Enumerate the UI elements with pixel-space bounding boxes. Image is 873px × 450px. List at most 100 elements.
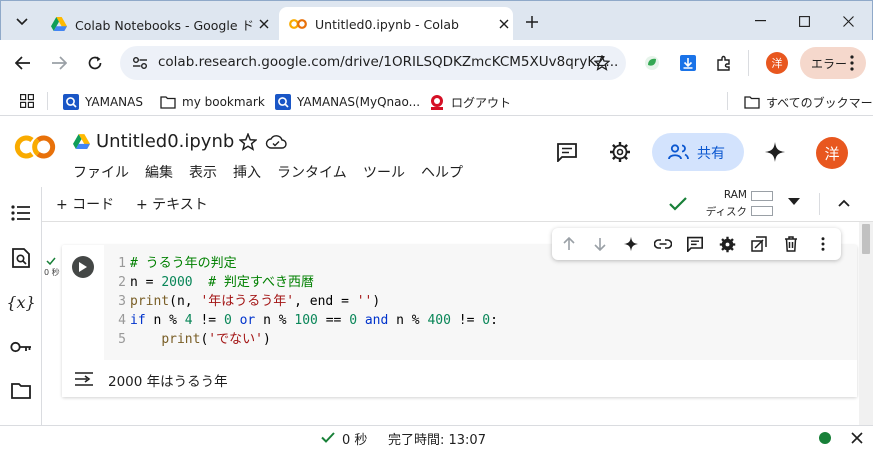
move-up-button[interactable]: [557, 232, 581, 256]
forward-button[interactable]: [45, 49, 73, 77]
list-icon: [11, 205, 30, 221]
run-cell-button[interactable]: [72, 256, 94, 278]
site-info-icon[interactable]: [132, 56, 148, 70]
folder-icon: [11, 383, 31, 399]
link-cell-button[interactable]: [651, 232, 675, 256]
saved-status[interactable]: [265, 134, 287, 150]
bookmarks-bar: YAMANAS my bookmark YAMANAS(MyQnao... ログ…: [0, 86, 873, 116]
menu-file[interactable]: ファイル: [73, 162, 129, 182]
close-window-button[interactable]: [826, 7, 870, 35]
runtime-dropdown[interactable]: [788, 198, 800, 206]
bookmark-label: YAMANAS: [85, 95, 143, 109]
minimize-button[interactable]: [738, 7, 782, 35]
back-button[interactable]: [9, 49, 37, 77]
menu-help[interactable]: ヘルプ: [421, 162, 463, 182]
more-vert-icon: [850, 55, 854, 71]
gear-icon: [719, 236, 735, 252]
colab-logo[interactable]: [14, 134, 56, 160]
colab-logo-icon: [14, 135, 56, 159]
mirror-cell-button[interactable]: [747, 232, 771, 256]
scrollbar-thumb[interactable]: [862, 224, 870, 254]
bookmark-my-bookmark[interactable]: my bookmark: [160, 92, 265, 112]
star-icon[interactable]: [594, 55, 610, 71]
find-in-page-icon: [12, 248, 30, 268]
gemini-cell-button[interactable]: [619, 232, 643, 256]
sidebar-item-variables[interactable]: {x}: [6, 290, 35, 314]
add-text-button[interactable]: + テキスト: [136, 194, 208, 214]
close-status-button[interactable]: [851, 432, 863, 444]
sidebar-item-search[interactable]: [9, 246, 33, 270]
tab-title: Colab Notebooks - Google ドライ: [75, 17, 255, 33]
more-cell-actions-button[interactable]: [811, 232, 835, 256]
tab-search-button[interactable]: [9, 9, 35, 35]
cloud-check-icon: [265, 135, 287, 149]
apps-button[interactable]: [20, 94, 34, 108]
apps-grid-icon: [20, 94, 34, 108]
bookmark-yamanas[interactable]: YAMANAS: [63, 92, 143, 112]
yamanas-icon: [275, 94, 291, 110]
status-bar: 0 秒 完了時間: 13:07: [0, 425, 873, 450]
scrollbar[interactable]: [859, 222, 873, 425]
gemini-button[interactable]: [764, 141, 786, 163]
puzzle-icon: [717, 55, 730, 71]
download-extension-button[interactable]: [674, 49, 702, 77]
drive-badge[interactable]: [73, 134, 90, 149]
sparkle-icon: [765, 142, 785, 162]
menu-tools[interactable]: ツール: [363, 162, 405, 182]
profile-avatar[interactable]: 洋: [766, 52, 788, 74]
bookmark-yamanas-myqnao[interactable]: YAMANAS(MyQnao...: [275, 92, 420, 112]
notebook-title[interactable]: Untitled0.ipynb: [96, 131, 234, 152]
sidebar-item-files[interactable]: [9, 379, 33, 403]
settings-button[interactable]: [609, 141, 631, 163]
code-line: 2 n = 2000 # 判定すべき西暦: [104, 273, 857, 292]
code-line: 3 print(n, '年はうるう年', end = ''): [104, 292, 857, 311]
add-code-button[interactable]: + コード: [56, 194, 114, 214]
user-avatar[interactable]: 洋: [816, 137, 848, 169]
error-button[interactable]: エラー: [800, 47, 866, 79]
comment-cell-button[interactable]: [683, 232, 707, 256]
new-tab-button[interactable]: [521, 11, 543, 33]
delete-cell-button[interactable]: [779, 232, 803, 256]
notebook-main: 0 秒 1 # うるう年の判定 2 n = 2000 # 判定すべき西暦 3 p…: [42, 222, 873, 425]
code-text: print('でない'): [161, 332, 271, 347]
star-notebook-button[interactable]: [239, 133, 257, 151]
all-bookmarks[interactable]: すべてのブックマーク: [744, 92, 873, 112]
move-down-button[interactable]: [588, 232, 612, 256]
folder-icon: [160, 96, 176, 109]
sidebar-item-toc[interactable]: [9, 201, 33, 225]
sidebar-item-secrets[interactable]: [9, 335, 33, 359]
address-bar[interactable]: colab.research.google.com/drive/1ORILSQD…: [120, 46, 626, 80]
star-icon: [239, 133, 257, 151]
chevron-down-icon: [16, 18, 28, 26]
bookmark-logout[interactable]: ログアウト: [429, 92, 511, 112]
connection-status-dot[interactable]: [819, 432, 831, 444]
link-icon: [654, 239, 672, 249]
close-icon: [851, 432, 863, 444]
reload-button[interactable]: [81, 49, 109, 77]
line-number: 2: [118, 275, 126, 290]
arrow-left-icon: [15, 56, 30, 70]
menu-insert[interactable]: 挿入: [233, 162, 261, 182]
close-icon[interactable]: [259, 19, 269, 29]
share-button[interactable]: 共有: [652, 133, 744, 171]
extension-green-button[interactable]: [638, 49, 666, 77]
output-actions-button[interactable]: [74, 371, 94, 387]
maximize-button[interactable]: [782, 7, 826, 35]
resource-monitor[interactable]: RAM ディスク: [701, 189, 791, 219]
cell-settings-button[interactable]: [715, 232, 739, 256]
menu-edit[interactable]: 編集: [145, 162, 173, 182]
code-line: 4 if n % 4 != 0 or n % 100 == 0 and n % …: [104, 311, 857, 330]
more-vert-icon: [821, 237, 825, 251]
menu-view[interactable]: 表示: [189, 162, 217, 182]
collapse-header-button[interactable]: [838, 199, 850, 207]
tab-untitled0[interactable]: Untitled0.ipynb - Colab: [279, 7, 513, 41]
code-text: if n % 4 != 0 or n % 100 == 0 and n % 40…: [130, 313, 498, 328]
comments-button[interactable]: [556, 142, 578, 162]
arrow-up-icon: [563, 237, 575, 250]
code-editor[interactable]: 1 # うるう年の判定 2 n = 2000 # 判定すべき西暦 3 print…: [104, 245, 857, 360]
extensions-button[interactable]: [710, 49, 738, 77]
tab-colab-notebooks[interactable]: Colab Notebooks - Google ドライ: [41, 7, 274, 41]
code-cell[interactable]: 1 # うるう年の判定 2 n = 2000 # 判定すべき西暦 3 print…: [62, 228, 857, 397]
close-icon[interactable]: [499, 19, 509, 29]
menu-runtime[interactable]: ランタイム: [277, 162, 347, 182]
